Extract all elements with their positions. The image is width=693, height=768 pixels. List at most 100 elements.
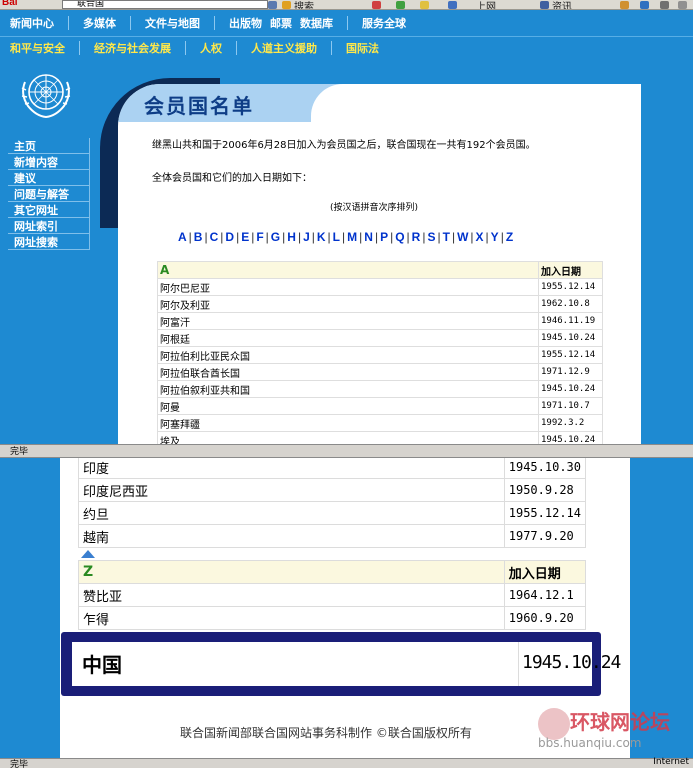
alphabet-separator: |	[451, 230, 456, 244]
alphabet-separator: |	[236, 230, 240, 244]
alphabet-link[interactable]: G	[271, 230, 280, 244]
alphabet-separator: |	[204, 230, 208, 244]
alphabet-link[interactable]: E	[241, 230, 249, 244]
alphabet-link[interactable]: M	[347, 230, 357, 244]
toolbar-icon-1[interactable]	[372, 1, 381, 9]
alphabet-link[interactable]: Y	[491, 230, 499, 244]
letter-heading: A	[157, 261, 539, 279]
intro-text-2: 全体会员国和它们的加入日期如下：	[152, 173, 312, 184]
alphabet-link[interactable]: T	[443, 230, 450, 244]
toolbar-icon-2[interactable]	[396, 1, 405, 9]
toolbar-icon-6[interactable]	[620, 1, 629, 9]
alphabet-link[interactable]: Q	[395, 230, 404, 244]
toolbar-icon-5[interactable]	[540, 1, 549, 9]
country-name: 乍得	[78, 606, 505, 630]
alphabet-separator: |	[282, 230, 286, 244]
alphabet-link[interactable]: S	[427, 230, 435, 244]
nav-item[interactable]: 出版物	[225, 15, 266, 31]
nav-item-secondary[interactable]: 国际法	[342, 40, 383, 56]
country-name: 赞比亚	[78, 583, 505, 607]
nav-item[interactable]: 文件与地图	[141, 15, 204, 31]
back-to-top-icon[interactable]	[80, 550, 95, 558]
table-row: 约旦 1955.12.14	[78, 501, 587, 525]
address-bar[interactable]: 联合国	[62, 0, 268, 9]
join-date: 1945.10.30	[503, 458, 587, 479]
toolbar-item-web[interactable]: 上网	[476, 0, 496, 9]
footer-copyright: 联合国新闻部联合国网站事务科制作 ©联合国版权所有	[180, 726, 472, 740]
nav-item[interactable]: 多媒体	[79, 15, 120, 31]
alphabet-link[interactable]: A	[178, 230, 187, 244]
alphabet-link[interactable]: W	[457, 230, 468, 244]
members-table-yz: 印度 1945.10.30 印度尼西亚 1950.9.28 约旦 1955.12.14 越南…	[78, 458, 587, 630]
nav-item[interactable]: 数据库	[296, 15, 337, 31]
nav-item[interactable]: 新闻中心	[6, 15, 58, 31]
join-date: 1971.10.7	[538, 397, 603, 415]
toolbar-icon-3[interactable]	[420, 1, 429, 9]
join-date: 1977.9.20	[503, 524, 587, 548]
un-emblem-icon	[21, 74, 71, 119]
alphabet-link[interactable]: J	[303, 230, 310, 244]
alphabet-link[interactable]: R	[412, 230, 421, 244]
banner-curve	[311, 84, 641, 122]
table-row: 阿拉伯叙利亚共和国 1945.10.24	[157, 380, 603, 398]
alphabet-link[interactable]: B	[194, 230, 203, 244]
nav-item[interactable]: 服务全球	[358, 15, 410, 31]
alphabet-separator: |	[251, 230, 255, 244]
sort-note: (按汉语拼音次序排列)	[330, 203, 419, 213]
country-name: 阿拉伯叙利亚共和国	[157, 380, 539, 398]
toolbar-icon-8[interactable]	[678, 1, 687, 9]
sidebar-item[interactable]: 新增内容	[8, 154, 90, 170]
date-header: 加入日期	[538, 261, 603, 279]
sidebar-item[interactable]: 主页	[8, 138, 90, 154]
table-row: 阿富汗 1946.11.19	[157, 312, 603, 330]
sidebar-item[interactable]: 建议	[8, 170, 90, 186]
search-button[interactable]: 搜索	[294, 0, 314, 9]
join-date: 1950.9.28	[503, 478, 587, 502]
watermark-logo: 环球网论坛 bbs.huanqiu.com	[534, 704, 692, 762]
nav-item-secondary[interactable]: 和平与安全	[6, 40, 69, 56]
nav-item[interactable]: 邮票	[266, 15, 296, 31]
alphabet-separator: |	[485, 230, 489, 244]
alphabet-link[interactable]: F	[256, 230, 263, 244]
nav-item-secondary[interactable]: 经济与社会发展	[90, 40, 175, 56]
watermark-url: bbs.huanqiu.com	[538, 736, 642, 750]
alphabet-link[interactable]: K	[317, 230, 326, 244]
country-name: 阿富汗	[157, 312, 539, 330]
sidebar-item[interactable]: 网址搜索	[8, 234, 90, 250]
alphabet-separator: |	[374, 230, 379, 244]
alphabet-separator: |	[390, 230, 394, 244]
join-date: 1964.12.1	[503, 583, 587, 607]
alphabet-separator: |	[220, 230, 224, 244]
sidebar-item[interactable]: 其它网址	[8, 202, 90, 218]
highlight-divider	[518, 642, 519, 686]
country-name: 阿拉伯利比亚民众国	[157, 346, 539, 364]
alphabet-link[interactable]: H	[287, 230, 296, 244]
alphabet-separator: |	[437, 230, 441, 244]
browser-toolbar: Bai 联合国 搜索 上网 资讯	[0, 0, 693, 10]
sidebar-item[interactable]: 问题与解答	[8, 186, 90, 202]
nav-item-secondary[interactable]: 人道主义援助	[247, 40, 321, 56]
gear-icon[interactable]	[660, 1, 669, 9]
back-to-top-cell	[79, 548, 586, 561]
highlight-country: 中国	[82, 653, 122, 677]
alphabet-link[interactable]: X	[476, 230, 484, 244]
alphabet-link[interactable]: N	[364, 230, 373, 244]
toolbar-item-news[interactable]: 资讯	[552, 0, 572, 9]
join-date: 1945.10.24	[538, 380, 603, 398]
sidebar-menu: 主页 新增内容 建议 问题与解答 其它网址 网址索引 网址搜索	[8, 138, 90, 250]
table-row: 印度 1945.10.30	[78, 458, 587, 479]
join-date: 1946.11.19	[538, 312, 603, 330]
toolbar-icon-7[interactable]	[640, 1, 649, 9]
table-row: 阿塞拜疆 1992.3.2	[157, 414, 603, 432]
toolbar-icon-4[interactable]	[448, 1, 457, 9]
page-title: 会员国名单	[144, 94, 254, 118]
alphabet-index: A | B | C | D | E | F | G | H | J | K | L | M | N | P | Q | R | S | T | W | X |…	[178, 230, 513, 244]
nav-item-secondary[interactable]: 人权	[196, 40, 226, 56]
alphabet-link[interactable]: Z	[506, 230, 513, 244]
alphabet-link[interactable]: P	[380, 230, 388, 244]
sidebar-item[interactable]: 网址索引	[8, 218, 90, 234]
dropdown-icon[interactable]	[268, 1, 277, 9]
alphabet-link[interactable]: C	[210, 230, 219, 244]
alphabet-link[interactable]: D	[225, 230, 234, 244]
alphabet-link[interactable]: L	[333, 230, 340, 244]
